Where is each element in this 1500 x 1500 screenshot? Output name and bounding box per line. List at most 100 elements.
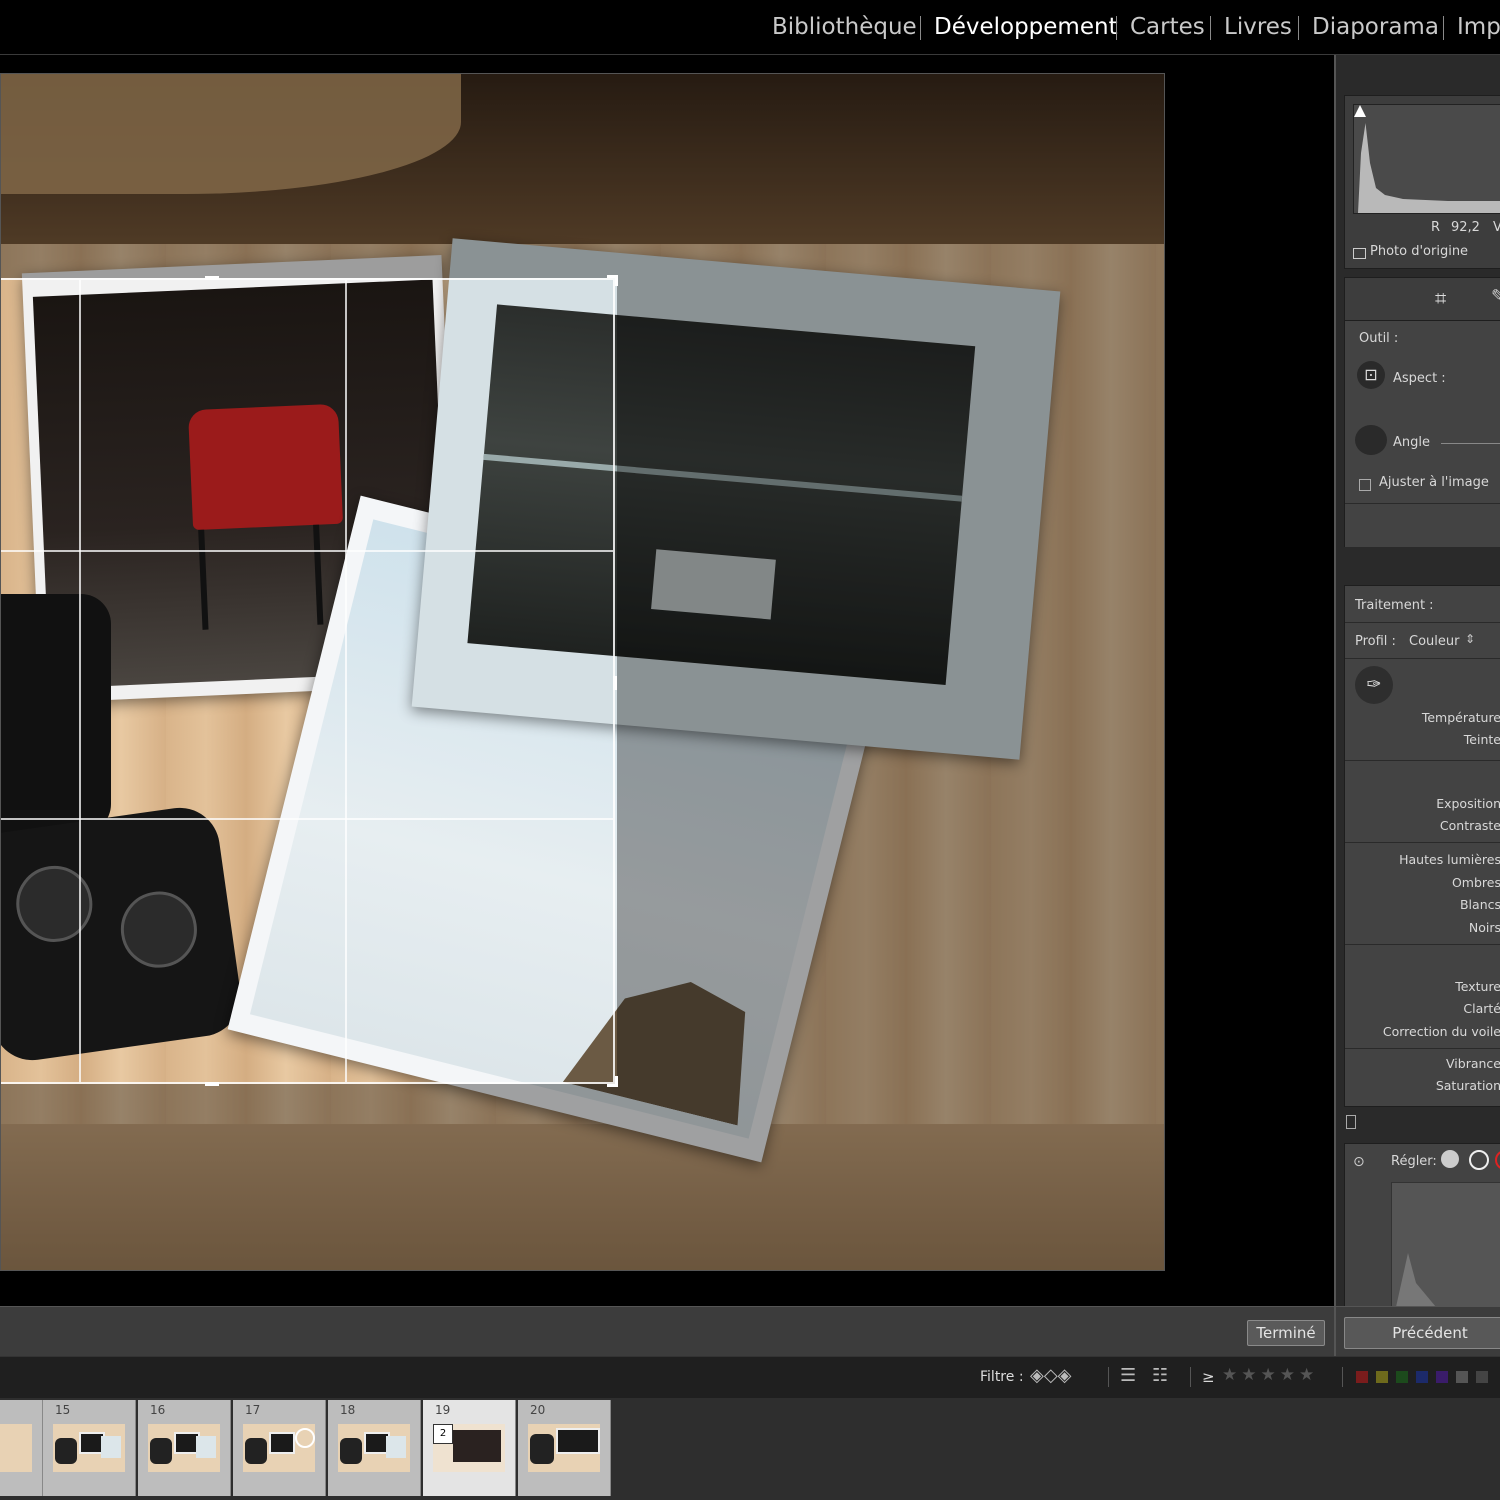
module-separator — [1443, 16, 1444, 40]
thumb-loupe — [295, 1428, 315, 1448]
color-label-yellow[interactable] — [1376, 1371, 1388, 1383]
filter-bar: Filtre : ◈◇◈ ☰ ☷ ≥ ★★★★★ — [0, 1356, 1500, 1399]
filmstrip-frame[interactable]: 20 — [518, 1400, 611, 1496]
thumb-camera — [55, 1438, 77, 1464]
thumb-print — [196, 1436, 216, 1458]
crop-corner-handle[interactable] — [607, 1076, 618, 1087]
filmstrip-frame[interactable] — [0, 1400, 43, 1496]
thumb-print — [269, 1432, 295, 1454]
module-print[interactable]: Imp — [1457, 14, 1500, 40]
module-slideshow[interactable]: Diaporama — [1312, 14, 1439, 40]
tone-curve-panel: ⊙ Régler: — [1344, 1143, 1500, 1308]
module-separator — [1210, 16, 1211, 40]
constrain-label: Ajuster à l'image — [1379, 475, 1489, 490]
divider — [1345, 658, 1500, 659]
frame-number: 16 — [150, 1403, 166, 1417]
filmstrip-frame[interactable]: 15 — [43, 1400, 136, 1496]
color-label-green[interactable] — [1396, 1371, 1408, 1383]
module-separator — [1116, 16, 1117, 40]
rating-operator[interactable]: ≥ — [1202, 1368, 1215, 1386]
dehaze-label: Correction du voile — [1382, 1024, 1500, 1039]
filmstrip-frame[interactable]: 18 — [328, 1400, 421, 1496]
contrast-label: Contraste — [1439, 818, 1500, 833]
frame-thumbnail — [148, 1424, 220, 1472]
histogram-graph[interactable] — [1353, 104, 1500, 214]
readout-v-label: V — [1493, 220, 1500, 235]
frame-thumbnail — [53, 1424, 125, 1472]
point-curve-red-icon[interactable] — [1495, 1150, 1500, 1170]
aspect-lock-icon[interactable]: ⊡ — [1357, 361, 1385, 389]
thumb-print — [556, 1428, 600, 1454]
done-button[interactable]: Terminé — [1247, 1320, 1325, 1346]
crop-mask-bottom — [1, 1084, 1164, 1270]
histogram-panel: R 92,2 V Photo d'origine — [1344, 95, 1500, 269]
constrain-checkbox[interactable] — [1359, 479, 1371, 491]
crop-handle[interactable] — [205, 276, 219, 280]
right-panel: R 92,2 V Photo d'origine ⌗ ✎ Outil : ⊡ A… — [1334, 55, 1500, 1355]
module-map[interactable]: Cartes — [1130, 14, 1205, 40]
filmstrip-frame[interactable]: 16 — [138, 1400, 231, 1496]
shadow-clipping-icon[interactable] — [1354, 105, 1366, 117]
basic-panel: Traitement : Profil : Couleur ⇕ ✑ Tempér… — [1344, 585, 1500, 1107]
previous-button[interactable]: Précédent — [1344, 1317, 1500, 1349]
module-library[interactable]: Bibliothèque — [772, 14, 917, 40]
white-balance-eyedropper-icon[interactable]: ✑ — [1355, 666, 1393, 704]
module-separator — [920, 16, 921, 40]
heal-tool-icon[interactable]: ✎ — [1491, 286, 1500, 307]
frame-number: 15 — [55, 1403, 71, 1417]
virtual-copy-badge: 2 — [433, 1424, 453, 1444]
parametric-curve-icon[interactable] — [1441, 1150, 1459, 1168]
divider — [1345, 622, 1500, 623]
crop-corner-handle[interactable] — [607, 275, 618, 286]
color-label-blue[interactable] — [1416, 1371, 1428, 1383]
color-label-purple[interactable] — [1436, 1371, 1448, 1383]
point-curve-white-icon[interactable] — [1469, 1150, 1489, 1170]
master-filter-icon[interactable]: ☷ — [1152, 1365, 1168, 1386]
crop-handle[interactable] — [205, 1082, 219, 1086]
color-label-none[interactable] — [1476, 1371, 1488, 1383]
rating-stars[interactable]: ★★★★★ — [1222, 1365, 1318, 1385]
photo-preview[interactable] — [0, 73, 1165, 1271]
module-separator — [1298, 16, 1299, 40]
filmstrip: 15 16 17 18 19 2 20 — [0, 1398, 1500, 1500]
crop-mask-top — [1, 74, 1164, 278]
tool-label: Outil : — [1359, 331, 1399, 346]
frame-thumbnail — [243, 1424, 315, 1472]
readout-r-label: R — [1431, 220, 1441, 235]
frame-number: 20 — [530, 1403, 546, 1417]
color-label-red[interactable] — [1356, 1371, 1368, 1383]
frame-thumbnail — [338, 1424, 410, 1472]
vibrance-label: Vibrance — [1446, 1056, 1500, 1071]
frame-number: 19 — [435, 1403, 451, 1417]
thumb-camera — [530, 1434, 554, 1464]
treatment-label: Traitement : — [1355, 598, 1434, 613]
crop-frame[interactable] — [1, 275, 618, 1087]
module-book[interactable]: Livres — [1224, 14, 1292, 40]
module-develop[interactable]: Développement — [934, 14, 1118, 40]
adjust-label: Régler: — [1391, 1154, 1437, 1169]
frame-thumbnail: 2 — [433, 1424, 505, 1472]
crop-handle[interactable] — [613, 676, 617, 690]
crop-grid-line — [1, 550, 613, 552]
filmstrip-frame[interactable]: 17 — [233, 1400, 326, 1496]
color-label-custom[interactable] — [1456, 1371, 1468, 1383]
virtual-copy-filter-icon[interactable]: ☰ — [1120, 1365, 1136, 1386]
thumb-camera — [150, 1438, 172, 1464]
crop-mask-right — [617, 278, 1164, 1084]
flag-filter-icon[interactable]: ◈◇◈ — [1030, 1365, 1072, 1386]
crop-grid-line — [345, 280, 347, 1082]
original-photo-checkbox[interactable] — [1353, 248, 1366, 259]
thumb-print — [453, 1430, 501, 1462]
saturation-label: Saturation — [1435, 1078, 1500, 1093]
crop-options: Outil : ⊡ Aspect : Angle Ajuster à l'ima… — [1345, 320, 1500, 547]
tone-curve-graph[interactable] — [1391, 1182, 1500, 1308]
panel-switch-icon[interactable] — [1346, 1115, 1356, 1129]
straighten-tool-icon[interactable] — [1355, 425, 1387, 455]
filmstrip-frame-selected[interactable]: 19 2 — [423, 1400, 516, 1496]
crop-tool-icon[interactable]: ⌗ — [1435, 286, 1446, 310]
angle-slider[interactable] — [1441, 443, 1500, 444]
module-picker-bar: Bibliothèque Développement Cartes Livres… — [0, 0, 1500, 55]
divider — [1345, 503, 1500, 504]
target-adjust-icon[interactable]: ⊙ — [1353, 1154, 1365, 1170]
profile-select[interactable]: Couleur — [1409, 634, 1459, 649]
